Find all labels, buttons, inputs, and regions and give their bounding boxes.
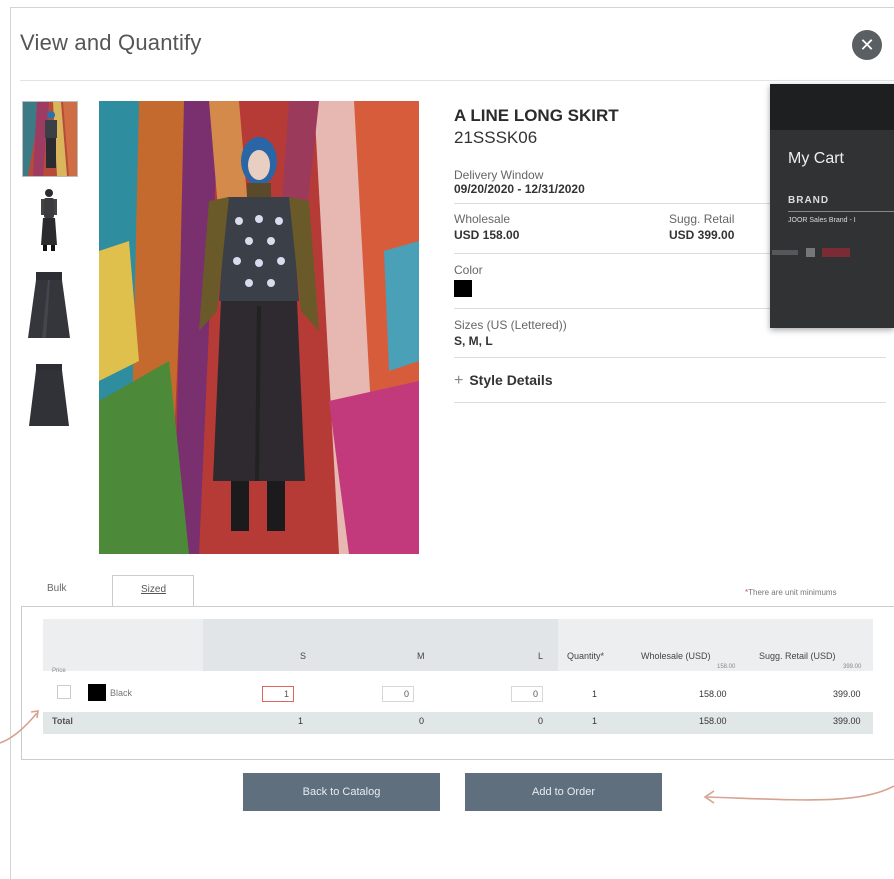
plus-icon: + — [454, 372, 464, 389]
skirt-back-image — [29, 364, 69, 426]
retail-value: USD 399.00 — [669, 228, 735, 242]
row-retail: 399.00 — [833, 689, 861, 699]
style-details-label: Style Details — [469, 372, 553, 388]
model-front-image — [41, 189, 57, 251]
row-quantity: 1 — [592, 689, 598, 699]
cart-brand-item[interactable]: JOOR Sales Brand - I — [788, 217, 856, 224]
qty-input-s[interactable]: 1 — [262, 686, 294, 702]
modal-title: View and Quantify — [20, 30, 202, 55]
total-quantity: 1 — [592, 716, 598, 726]
product-sku: 21SSSK06 — [454, 128, 538, 147]
col-header-quantity: Quantity* — [567, 651, 605, 661]
sizes-label: Sizes (US (Lettered)) — [454, 318, 567, 332]
wholesale-value: USD 158.00 — [454, 228, 520, 242]
back-to-catalog-button[interactable]: Back to Catalog — [243, 773, 440, 811]
product-name: A LINE LONG SKIRT — [454, 106, 619, 125]
tab-bulk[interactable]: Bulk — [47, 583, 66, 594]
close-icon[interactable]: ✕ — [852, 30, 882, 60]
cart-meta-badge — [806, 248, 815, 257]
total-wholesale: 158.00 — [699, 716, 727, 726]
cart-meta-text — [772, 250, 798, 255]
tab-sized[interactable]: Sized — [141, 584, 166, 595]
runway-look-image — [23, 102, 77, 176]
cart-status-badge — [822, 248, 850, 257]
delivery-window-value: 09/20/2020 - 12/31/2020 — [454, 182, 585, 196]
divider — [454, 402, 886, 403]
row-wholesale: 158.00 — [699, 689, 727, 699]
skirt-back-thumbnail[interactable] — [22, 358, 78, 434]
divider — [454, 308, 770, 309]
row-select-checkbox[interactable] — [57, 685, 71, 699]
total-m: 0 — [419, 716, 425, 726]
total-label: Total — [52, 716, 73, 726]
model-front-thumbnail[interactable] — [22, 183, 78, 259]
delivery-window-label: Delivery Window — [454, 168, 544, 182]
divider — [454, 357, 886, 358]
cart-divider — [788, 211, 894, 212]
row-color-swatch — [88, 684, 106, 701]
cart-title: My Cart — [788, 150, 844, 167]
cart-header-bar — [770, 84, 894, 130]
product-main-image — [99, 101, 419, 554]
price-label: Price — [52, 668, 66, 674]
divider — [454, 253, 770, 254]
runway-look-thumbnail[interactable] — [22, 101, 78, 177]
total-retail: 399.00 — [833, 716, 861, 726]
cart-item-meta — [770, 248, 894, 260]
my-cart-popover: My Cart BRAND JOOR Sales Brand - I — [770, 84, 894, 328]
total-l: 0 — [538, 716, 544, 726]
col-header-m: M — [417, 651, 425, 661]
total-s: 1 — [298, 716, 304, 726]
size-columns-band — [203, 619, 558, 671]
wholesale-label: Wholesale — [454, 212, 511, 226]
runway-photo — [99, 101, 419, 554]
skirt-front-thumbnail[interactable] — [22, 266, 78, 342]
style-details-toggle[interactable]: + Style Details — [454, 372, 553, 390]
skirt-front-image — [28, 272, 70, 338]
price-wholesale: 158.00 — [717, 664, 736, 670]
sizes-value: S, M, L — [454, 334, 493, 348]
col-header-s: S — [300, 651, 307, 661]
color-swatch[interactable] — [454, 280, 472, 297]
retail-label: Sugg. Retail — [669, 212, 735, 226]
row-color-name: Black — [110, 688, 133, 698]
divider — [454, 203, 770, 204]
col-header-l: L — [538, 651, 544, 661]
unit-minimums-note: *There are unit minimums — [745, 588, 837, 597]
color-label: Color — [454, 263, 483, 277]
title-divider — [20, 80, 894, 81]
price-retail: 399.00 — [843, 664, 862, 670]
cart-brand-label: BRAND — [788, 195, 830, 206]
qty-input-l[interactable]: 0 — [511, 686, 543, 702]
col-header-wholesale: Wholesale (USD) — [641, 651, 711, 661]
qty-input-m[interactable]: 0 — [382, 686, 414, 702]
col-header-retail: Sugg. Retail (USD) — [759, 651, 836, 661]
total-row — [43, 712, 873, 734]
add-to-order-button[interactable]: Add to Order — [465, 773, 662, 811]
